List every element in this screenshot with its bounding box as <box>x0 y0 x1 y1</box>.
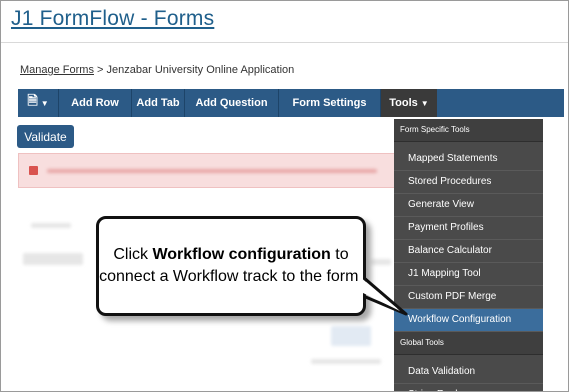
callout-pointer-cover <box>359 276 400 311</box>
screenshot-frame: J1 FormFlow - Forms Manage Forms > Jenza… <box>0 0 569 392</box>
